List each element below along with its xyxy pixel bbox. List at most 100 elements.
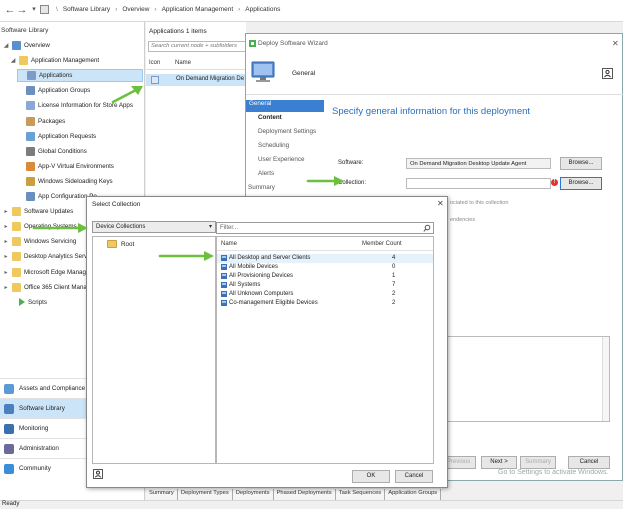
collection-row[interactable]: All Provisioning Devices 1 <box>217 272 433 281</box>
collection-row[interactable]: All Desktop and Server Clients 4 <box>217 254 433 263</box>
condition-icon <box>26 146 35 156</box>
monitoring-icon <box>4 423 14 434</box>
column-header-name[interactable]: Name <box>175 60 191 66</box>
chevron-down-icon: ▾ <box>208 224 212 230</box>
collection-browse-button[interactable]: Browse... <box>560 177 602 190</box>
tab-deployment-types[interactable]: Deployment Types <box>177 489 233 500</box>
sidebar-item[interactable]: ▸ Office 365 Client Manag <box>3 281 90 294</box>
table-row[interactable]: On Demand Migration De <box>146 74 246 86</box>
expand-triangle-icon[interactable]: ◢ <box>10 57 16 64</box>
assets-icon <box>4 383 14 394</box>
help-person-icon[interactable] <box>93 469 103 479</box>
close-icon[interactable]: ✕ <box>612 39 619 48</box>
sidebar-item[interactable]: ▸ Software Updates <box>3 205 73 218</box>
tree-node-root[interactable]: Root <box>107 240 134 248</box>
expand-triangle-icon[interactable]: ▸ <box>3 238 9 245</box>
forward-arrow-icon[interactable]: → <box>16 4 28 16</box>
expand-triangle-icon[interactable]: ▸ <box>3 269 9 276</box>
ok-button[interactable]: OK <box>352 470 390 483</box>
software-browse-button[interactable]: Browse... <box>560 157 602 170</box>
back-arrow-icon[interactable]: ← <box>4 4 16 16</box>
sidebar-item-label: Applications <box>39 72 73 80</box>
sidebar-item[interactable]: Packages <box>17 115 65 128</box>
expand-triangle-icon[interactable]: ◢ <box>3 42 9 49</box>
next-button[interactable]: Next > <box>481 456 517 469</box>
sidebar-item[interactable]: Application Groups <box>17 84 90 97</box>
collection-icon <box>221 282 227 288</box>
wizard-step: User Experience <box>258 156 305 163</box>
sidebar-item-label: Packages <box>38 117 66 125</box>
comments-textbox[interactable] <box>438 336 610 422</box>
root-node-icon[interactable] <box>40 5 49 14</box>
collection-row[interactable]: All Unknown Computers 2 <box>217 290 433 299</box>
wizard-cancel-button[interactable]: Cancel <box>568 456 610 469</box>
navigation-pane-title: Software Library <box>1 27 49 34</box>
breadcrumb-item[interactable]: Application Management <box>162 6 234 13</box>
collection-folder-tree: Root <box>92 236 216 464</box>
collection-row[interactable]: All Mobile Devices 0 <box>217 263 433 272</box>
sidebar-item[interactable]: Global Conditions <box>17 145 87 158</box>
expand-triangle-icon[interactable]: ▸ <box>3 284 9 291</box>
summary-button[interactable]: Summary <box>520 456 556 469</box>
collection-icon <box>221 273 227 279</box>
sidebar-item[interactable]: ▸ Microsoft Edge Managem <box>3 266 95 279</box>
tab-application-groups[interactable]: Application Groups <box>385 489 442 500</box>
tab-task-sequences[interactable]: Task Sequences <box>335 489 386 500</box>
sidebar-item-label: Windows Sideloading Keys <box>38 177 113 185</box>
search-input[interactable]: Search current node + subfolders <box>148 41 246 52</box>
appv-icon <box>26 161 35 171</box>
wizard-step: Deployment Settings <box>258 128 317 135</box>
sidebar-item[interactable]: Application Requests <box>17 130 96 143</box>
collection-name: All Desktop and Server Clients <box>229 255 311 261</box>
error-icon: ! <box>551 179 558 186</box>
expand-triangle-icon[interactable]: ▸ <box>3 253 9 260</box>
collection-icon <box>221 264 227 270</box>
sidebar-item-label: Desktop Analytics Servic <box>24 253 92 261</box>
breadcrumb-item[interactable]: Overview <box>122 6 149 13</box>
close-icon[interactable]: ✕ <box>437 199 444 208</box>
sidebar-item[interactable]: ◢ Overview <box>3 39 50 52</box>
column-header-icon[interactable]: Icon <box>149 60 160 66</box>
sidebar-item[interactable]: ◢ Application Management <box>10 54 99 67</box>
sidebar-item[interactable]: Windows Sideloading Keys <box>17 175 113 188</box>
folder-icon <box>12 282 21 292</box>
tab-deployments[interactable]: Deployments <box>232 489 274 500</box>
folder-icon <box>12 252 21 262</box>
sidebar-item[interactable]: ▸ Windows Servicing <box>3 235 76 248</box>
expand-triangle-icon[interactable]: ▸ <box>3 223 9 230</box>
filter-input[interactable]: Filter... <box>216 222 434 234</box>
column-header-name[interactable]: Name <box>221 241 237 247</box>
collection-row[interactable]: Co-management Eligible Devices 2 <box>217 299 433 308</box>
dimmed-text: endencies <box>450 217 476 223</box>
green-arrow-icon <box>111 86 143 104</box>
collection-name: All Provisioning Devices <box>229 273 294 279</box>
collection-row[interactable]: All Systems 7 <box>217 281 433 290</box>
sidebar-item[interactable]: App Configuration Po <box>17 190 97 203</box>
expand-triangle-icon[interactable]: ▸ <box>3 208 9 215</box>
address-bar: ← → ▾ \ Software Library › Overview › Ap… <box>0 0 623 22</box>
scrollbar[interactable] <box>602 337 609 421</box>
green-arrow-icon <box>32 223 88 233</box>
sidebar-item[interactable]: Applications <box>17 69 143 83</box>
collection-type-dropdown[interactable]: Device Collections ▾ <box>92 221 216 233</box>
collection-field[interactable] <box>406 178 551 189</box>
dropdown-value: Device Collections <box>96 224 146 230</box>
wizard-app-icon <box>249 40 256 47</box>
help-person-icon[interactable] <box>602 68 613 79</box>
dropdown-chevron-icon[interactable]: ▾ <box>28 4 40 16</box>
member-count: 2 <box>392 300 396 306</box>
breadcrumb-item[interactable]: Software Library <box>63 6 110 13</box>
tab-phased-deployments[interactable]: Phased Deployments <box>273 489 336 500</box>
column-header-member-count[interactable]: Member Count <box>362 241 402 247</box>
dialog-cancel-button[interactable]: Cancel <box>395 470 433 483</box>
sidebar-item[interactable]: ▸ Desktop Analytics Servic <box>3 250 92 263</box>
member-count: 4 <box>392 255 396 261</box>
tab-summary[interactable]: Summary <box>146 489 178 500</box>
sidebar-item[interactable]: App-V Virtual Environments <box>17 160 114 173</box>
breadcrumb-item[interactable]: Applications <box>245 6 280 13</box>
software-field: On Demand Migration Desktop Update Agent <box>406 158 551 169</box>
activation-watermark: Go to Settings to activate Windows. <box>498 469 609 476</box>
sidebar-item[interactable]: Scripts <box>10 296 47 309</box>
sidebar-item-label: Overview <box>24 42 50 49</box>
sidebar-item-label: Microsoft Edge Managem <box>24 268 95 276</box>
